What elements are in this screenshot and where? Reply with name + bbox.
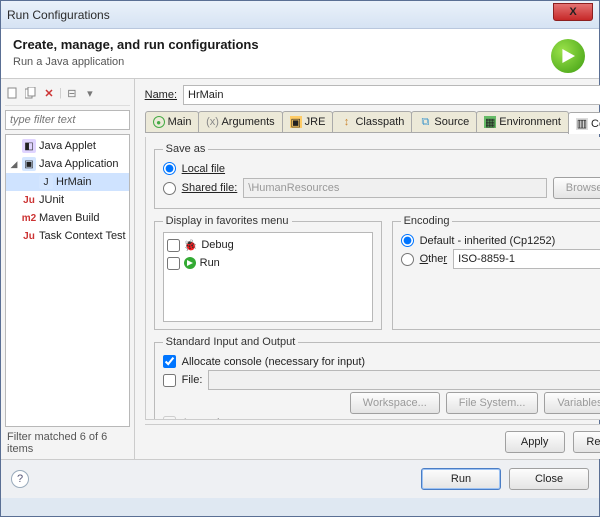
tab-classpath[interactable]: ↕Classpath bbox=[332, 111, 412, 132]
dialog-subtitle: Run a Java application bbox=[13, 56, 587, 68]
tab-bar: ●Main (x)Arguments ▣JRE ↕Classpath ⧉Sour… bbox=[145, 111, 600, 133]
main-tab-icon: ● bbox=[153, 116, 165, 128]
sidebar-toolbar: ✕ | ⊟ ▾ bbox=[5, 83, 130, 106]
file-output-label: File: bbox=[182, 374, 203, 386]
save-as-group: Save as Local file Shared file: Browse..… bbox=[154, 143, 600, 209]
apply-button[interactable]: Apply bbox=[505, 431, 565, 453]
file-output-input bbox=[208, 370, 600, 390]
tree-hrmain[interactable]: JHrMain bbox=[6, 173, 129, 191]
allocate-console-check[interactable] bbox=[163, 355, 176, 368]
tab-common[interactable]: ▥Common bbox=[568, 112, 600, 134]
help-button[interactable]: ? bbox=[11, 470, 29, 488]
file-output-check[interactable] bbox=[163, 374, 176, 387]
stdio-group: Standard Input and Output Allocate conso… bbox=[154, 336, 600, 420]
encoding-default-radio[interactable] bbox=[401, 234, 414, 247]
arguments-tab-icon: (x) bbox=[206, 116, 218, 128]
browse-button: Browse... bbox=[553, 177, 600, 199]
titlebar: Run Configurations X bbox=[1, 1, 599, 29]
run-button[interactable]: Run bbox=[421, 468, 501, 490]
classpath-tab-icon: ↕ bbox=[340, 116, 352, 128]
encoding-other-radio[interactable] bbox=[401, 253, 414, 266]
append-check bbox=[163, 416, 176, 420]
dialog-footer: ? Run Close bbox=[1, 459, 599, 498]
dialog-title: Create, manage, and run configurations bbox=[13, 37, 587, 52]
filter-button[interactable]: ▾ bbox=[82, 85, 98, 101]
dialog-header: Create, manage, and run configurations R… bbox=[1, 29, 599, 79]
shared-file-radio[interactable] bbox=[163, 182, 176, 195]
encoding-group: Encoding Default - inherited (Cp1252) Ot… bbox=[392, 215, 600, 330]
encoding-default-label: Default - inherited (Cp1252) bbox=[420, 235, 556, 247]
tree-task-context-test[interactable]: JuTask Context Test bbox=[6, 227, 129, 245]
tab-source[interactable]: ⧉Source bbox=[411, 111, 477, 132]
common-panel: Save as Local file Shared file: Browse..… bbox=[145, 137, 600, 420]
window-title: Run Configurations bbox=[7, 8, 110, 22]
favorite-run[interactable]: Run bbox=[167, 254, 369, 272]
filesystem-button: File System... bbox=[446, 392, 539, 414]
encoding-other-select bbox=[453, 249, 600, 269]
tree-java-application[interactable]: ◢▣Java Application bbox=[6, 155, 129, 173]
name-label: Name: bbox=[145, 89, 177, 101]
duplicate-config-button[interactable] bbox=[23, 85, 39, 101]
variables-button: Variables... bbox=[544, 392, 600, 414]
local-file-radio[interactable] bbox=[163, 162, 176, 175]
close-button[interactable]: Close bbox=[509, 468, 589, 490]
tab-jre[interactable]: ▣JRE bbox=[282, 111, 334, 132]
tab-main[interactable]: ●Main bbox=[145, 111, 200, 132]
tab-environment[interactable]: ▦Environment bbox=[476, 111, 569, 132]
jre-tab-icon: ▣ bbox=[290, 116, 302, 128]
source-tab-icon: ⧉ bbox=[419, 116, 431, 128]
run-small-icon bbox=[184, 257, 196, 269]
run-icon bbox=[551, 39, 585, 73]
filter-matched-label: Filter matched 6 of 6 items bbox=[5, 427, 130, 459]
filter-input[interactable] bbox=[5, 110, 130, 130]
name-input[interactable] bbox=[183, 85, 600, 105]
append-label: Append bbox=[182, 417, 220, 421]
main-panel: Name: ●Main (x)Arguments ▣JRE ↕Classpath… bbox=[135, 79, 600, 459]
tree-java-applet[interactable]: ◧Java Applet bbox=[6, 137, 129, 155]
sidebar: ✕ | ⊟ ▾ ◧Java Applet ◢▣Java Application … bbox=[1, 79, 135, 459]
debug-icon: 🐞 bbox=[184, 239, 198, 252]
window-close-button[interactable]: X bbox=[553, 3, 593, 21]
tab-arguments[interactable]: (x)Arguments bbox=[198, 111, 282, 132]
environment-tab-icon: ▦ bbox=[484, 116, 496, 128]
encoding-other-label: Other bbox=[420, 253, 448, 265]
revert-button[interactable]: Revert bbox=[573, 431, 600, 453]
tree-junit[interactable]: JuJUnit bbox=[6, 191, 129, 209]
workspace-button: Workspace... bbox=[350, 392, 440, 414]
collapse-all-button[interactable]: ⊟ bbox=[64, 85, 80, 101]
allocate-console-label: Allocate console (necessary for input) bbox=[182, 356, 365, 368]
common-tab-icon: ▥ bbox=[576, 118, 588, 130]
shared-file-input bbox=[243, 178, 546, 198]
favorites-group: Display in favorites menu 🐞Debug Run bbox=[154, 215, 382, 330]
new-config-button[interactable] bbox=[5, 85, 21, 101]
apply-revert-bar: Apply Revert bbox=[145, 424, 600, 459]
shared-file-label: Shared file: bbox=[182, 182, 238, 194]
favorites-list[interactable]: 🐞Debug Run bbox=[163, 232, 373, 322]
delete-config-button[interactable]: ✕ bbox=[41, 85, 57, 101]
config-tree[interactable]: ◧Java Applet ◢▣Java Application JHrMain … bbox=[5, 134, 130, 427]
local-file-label: Local file bbox=[182, 163, 225, 175]
favorite-debug[interactable]: 🐞Debug bbox=[167, 236, 369, 254]
tree-maven-build[interactable]: m2Maven Build bbox=[6, 209, 129, 227]
